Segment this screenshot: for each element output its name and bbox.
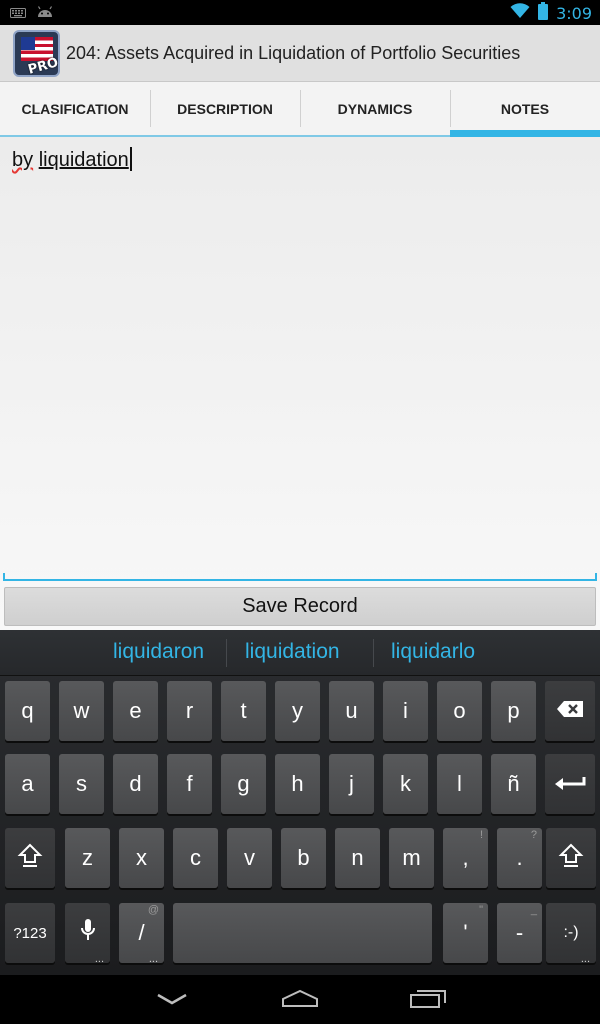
- key-c[interactable]: c: [173, 828, 218, 888]
- tab-dynamics[interactable]: DYNAMICS: [300, 82, 450, 135]
- key-comma-label: ,: [462, 845, 469, 870]
- tab-clasification[interactable]: CLASIFICATION: [0, 82, 150, 135]
- soft-keyboard: liquidaron liquidation liquidarlo q w e …: [0, 630, 600, 975]
- page-title: 204: Assets Acquired in Liquidation of P…: [66, 43, 521, 63]
- save-record-button[interactable]: Save Record: [4, 587, 596, 626]
- keyboard-icon: [10, 4, 26, 23]
- home-icon: [281, 988, 319, 1012]
- key-a[interactable]: a: [5, 754, 50, 814]
- notes-text: by liquidation: [12, 147, 132, 172]
- enter-key[interactable]: [545, 754, 595, 814]
- key-i[interactable]: i: [383, 681, 428, 741]
- shift-key-left[interactable]: [5, 828, 55, 888]
- key-o[interactable]: o: [437, 681, 482, 741]
- smiley-key[interactable]: :-) ...: [546, 903, 596, 965]
- key-z[interactable]: z: [65, 828, 110, 888]
- key-comma[interactable]: , !: [443, 828, 488, 888]
- suggestion-2[interactable]: liquidation: [245, 640, 340, 664]
- key-apostrophe-label: ': [463, 920, 468, 945]
- space-key[interactable]: [173, 903, 432, 963]
- app-icon[interactable]: PRO: [13, 30, 60, 77]
- suggestion-strip: liquidaron liquidation liquidarlo: [0, 630, 600, 676]
- slash-more-dots: ...: [148, 953, 158, 965]
- key-period[interactable]: . ?: [497, 828, 542, 888]
- misspelled-word: by: [12, 149, 34, 171]
- back-button[interactable]: [150, 987, 194, 1013]
- key-period-hint: ?: [530, 829, 537, 841]
- battery-icon: [538, 2, 549, 24]
- chevron-down-icon: [156, 991, 188, 1010]
- symbols-key[interactable]: ?123: [5, 903, 55, 963]
- voice-more-dots: ...: [94, 953, 104, 965]
- key-g[interactable]: g: [221, 754, 266, 814]
- action-bar: PRO 204: Assets Acquired in Liquidation …: [0, 25, 600, 82]
- smiley-more-dots: ...: [580, 953, 590, 965]
- key-dash[interactable]: - _: [497, 903, 542, 963]
- key-dash-label: -: [515, 920, 524, 945]
- key-y[interactable]: y: [275, 681, 320, 741]
- key-s[interactable]: s: [59, 754, 104, 814]
- key-dash-hint: _: [530, 904, 537, 916]
- key-r[interactable]: r: [167, 681, 212, 741]
- notes-panel: by liquidation Save Record: [0, 137, 600, 630]
- key-w[interactable]: w: [59, 681, 104, 741]
- backspace-icon: [556, 698, 584, 724]
- key-x[interactable]: x: [119, 828, 164, 888]
- key-f[interactable]: f: [167, 754, 212, 814]
- key-m[interactable]: m: [389, 828, 434, 888]
- key-n-tilde[interactable]: ñ: [491, 754, 536, 814]
- microphone-icon: [80, 918, 96, 948]
- key-q[interactable]: q: [5, 681, 50, 741]
- key-p[interactable]: p: [491, 681, 536, 741]
- backspace-key[interactable]: [545, 681, 595, 741]
- navigation-bar: [0, 975, 600, 1024]
- wifi-icon: [510, 3, 530, 23]
- key-n[interactable]: n: [335, 828, 380, 888]
- shift-icon: [17, 842, 43, 874]
- key-slash[interactable]: / @ ...: [119, 903, 164, 965]
- key-apostrophe-hint: ": [479, 904, 483, 916]
- key-h[interactable]: h: [275, 754, 320, 814]
- key-slash-label: /: [138, 920, 145, 945]
- tab-description[interactable]: DESCRIPTION: [150, 82, 300, 135]
- key-apostrophe[interactable]: ' ": [443, 903, 488, 963]
- key-period-label: .: [516, 845, 523, 870]
- shift-key-right[interactable]: [546, 828, 596, 888]
- recent-apps-button[interactable]: [406, 987, 450, 1013]
- key-j[interactable]: j: [329, 754, 374, 814]
- key-slash-hint: @: [147, 904, 159, 916]
- recent-apps-icon: [409, 987, 447, 1013]
- shift-icon: [558, 842, 584, 874]
- key-l[interactable]: l: [437, 754, 482, 814]
- home-button[interactable]: [278, 987, 322, 1013]
- key-t[interactable]: t: [221, 681, 266, 741]
- clock: 3:09: [556, 3, 592, 23]
- composing-word: liquidation: [38, 149, 129, 171]
- text-cursor: [129, 147, 132, 171]
- key-d[interactable]: d: [113, 754, 158, 814]
- suggestion-1[interactable]: liquidaron: [113, 640, 204, 664]
- key-comma-hint: !: [479, 829, 483, 841]
- tab-notes[interactable]: NOTES: [450, 82, 600, 137]
- key-k[interactable]: k: [383, 754, 428, 814]
- smiley-key-label: :-): [563, 924, 579, 941]
- key-e[interactable]: e: [113, 681, 158, 741]
- enter-icon: [554, 771, 586, 797]
- suggestion-3[interactable]: liquidarlo: [391, 640, 475, 664]
- android-icon: [36, 4, 54, 23]
- voice-input-key[interactable]: ...: [65, 903, 110, 965]
- key-v[interactable]: v: [227, 828, 272, 888]
- key-u[interactable]: u: [329, 681, 374, 741]
- key-b[interactable]: b: [281, 828, 326, 888]
- tab-bar: CLASIFICATION DESCRIPTION DYNAMICS NOTES: [0, 82, 600, 137]
- notes-textarea[interactable]: by liquidation: [3, 137, 597, 581]
- status-bar: 3:09: [0, 0, 600, 25]
